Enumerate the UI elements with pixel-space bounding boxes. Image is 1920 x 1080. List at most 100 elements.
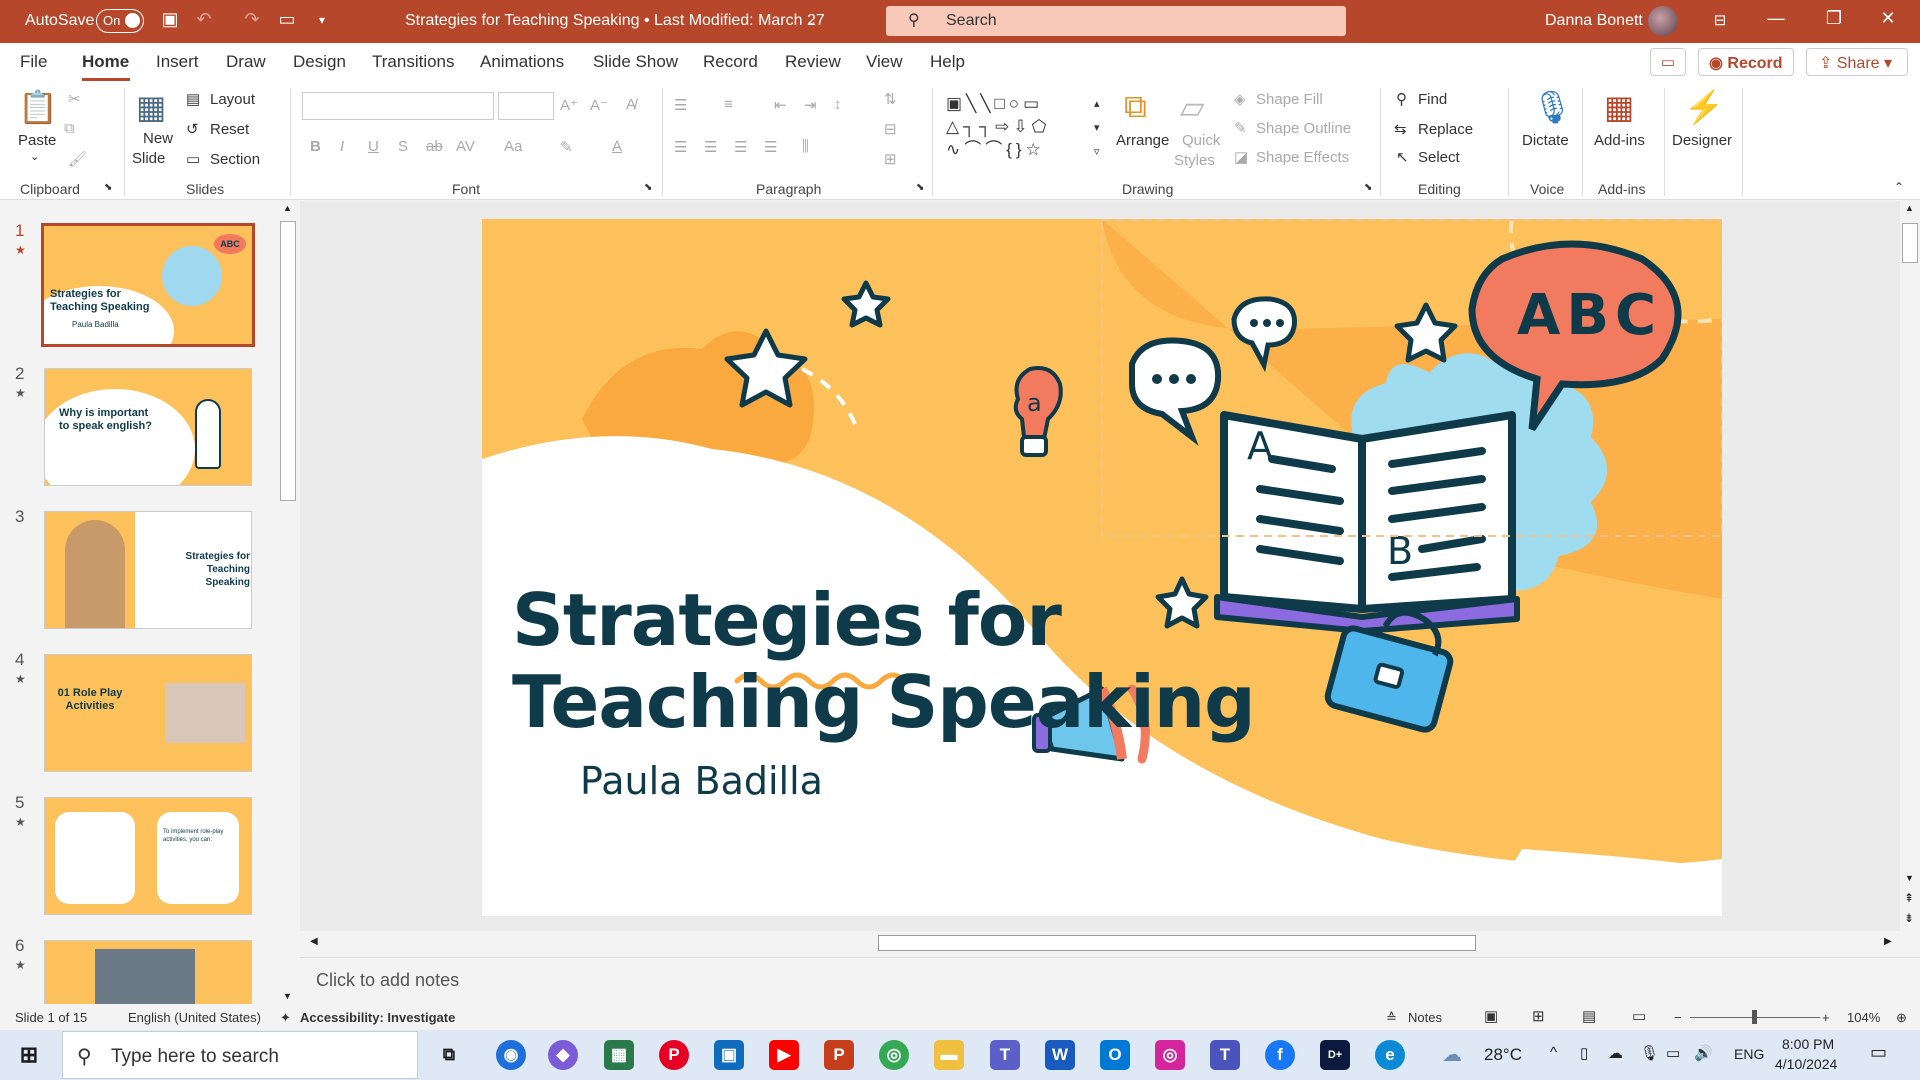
clear-formatting-icon[interactable]: A̸ xyxy=(626,96,636,113)
slideshow-view-icon[interactable]: ▭ xyxy=(1632,1007,1646,1025)
bold-icon[interactable]: B xyxy=(310,138,321,155)
shape-outline-button[interactable]: Shape Outline xyxy=(1256,120,1351,137)
strikethrough-icon[interactable]: ab xyxy=(426,138,443,155)
calculator-icon[interactable]: ▦ xyxy=(604,1040,634,1070)
undo-icon[interactable]: ↶ xyxy=(192,9,216,30)
tab-insert[interactable]: Insert xyxy=(156,52,199,72)
slide-thumbnail-6[interactable] xyxy=(44,940,252,1006)
font-size-dropdown[interactable] xyxy=(498,92,554,120)
scroll-up-icon[interactable]: ▲ xyxy=(1905,203,1914,213)
format-painter-icon[interactable]: 🖌 xyxy=(68,150,87,168)
arrange-icon[interactable]: ⧉ xyxy=(1124,88,1147,126)
align-left-icon[interactable]: ☰ xyxy=(674,138,687,156)
notifications-icon[interactable]: ▭ xyxy=(1870,1042,1887,1063)
teams-work-icon[interactable]: T xyxy=(1210,1040,1240,1070)
slide-thumbnail-2[interactable]: Why is important to speak english? xyxy=(44,368,252,486)
language-status[interactable]: English (United States) xyxy=(128,1010,261,1025)
accessibility-status[interactable]: Accessibility: Investigate xyxy=(300,1010,455,1025)
minimize-icon[interactable]: — xyxy=(1756,8,1796,29)
shape-effects-button[interactable]: Shape Effects xyxy=(1256,149,1349,166)
previous-slide-icon[interactable]: ⇞ xyxy=(1904,891,1914,905)
horizontal-scrollbar[interactable]: ◀ ▶ xyxy=(306,933,1898,953)
reading-view-icon[interactable]: ▤ xyxy=(1582,1007,1596,1025)
shapes-scroll-icon[interactable]: ▴ ▾ ▿ xyxy=(1094,92,1100,164)
designer-icon[interactable]: ⚡ xyxy=(1684,88,1724,126)
edge-icon[interactable]: e xyxy=(1375,1040,1405,1070)
powerpoint-icon[interactable]: P xyxy=(824,1040,854,1070)
align-right-icon[interactable]: ☰ xyxy=(734,138,747,156)
section-button[interactable]: Section xyxy=(210,151,260,168)
next-slide-icon[interactable]: ⇟ xyxy=(1904,911,1914,925)
font-launcher-icon[interactable]: ⬊ xyxy=(644,182,652,193)
tab-home[interactable]: Home xyxy=(82,52,129,72)
chevron-down-icon[interactable]: ⌄ xyxy=(800,14,824,28)
tab-animations[interactable]: Animations xyxy=(480,52,564,72)
tab-draw[interactable]: Draw xyxy=(226,52,266,72)
microphone-icon[interactable]: 🎙 xyxy=(1532,88,1573,126)
slide-thumbnail-4[interactable]: 01 Role Play Activities xyxy=(44,654,252,772)
customize-qat-icon[interactable]: ▾ xyxy=(310,13,334,27)
align-text-icon[interactable]: ⊟ xyxy=(884,120,897,138)
mic-icon[interactable]: 🎙 xyxy=(1640,1044,1659,1062)
quick-styles-label-2[interactable]: Styles xyxy=(1174,152,1215,169)
store-icon[interactable]: ▣ xyxy=(714,1040,744,1070)
comments-button[interactable]: ▭ xyxy=(1650,48,1686,76)
tab-help[interactable]: Help xyxy=(930,52,965,72)
youtube-icon[interactable]: ▶ xyxy=(769,1040,799,1070)
pinterest-icon[interactable]: P xyxy=(659,1040,689,1070)
scroll-down-icon[interactable]: ▼ xyxy=(283,991,292,1001)
scroll-right-icon[interactable]: ▶ xyxy=(1884,936,1892,947)
thumbnail-scrollbar[interactable]: ▲ ▼ xyxy=(278,201,298,1006)
tab-design[interactable]: Design xyxy=(293,52,346,72)
drawing-launcher-icon[interactable]: ⬊ xyxy=(1364,182,1372,193)
zoom-in-icon[interactable]: + xyxy=(1822,1010,1830,1025)
user-name[interactable]: Danna Bonett xyxy=(1545,12,1643,30)
font-color-icon[interactable]: A xyxy=(612,138,622,155)
notes-pane[interactable]: Click to add notes xyxy=(300,957,1920,1003)
tab-record[interactable]: Record xyxy=(703,52,758,72)
shadow-icon[interactable]: S xyxy=(398,138,408,155)
reset-button[interactable]: Reset xyxy=(210,121,249,138)
change-case-icon[interactable]: Aa xyxy=(504,138,522,155)
task-view-icon[interactable]: ⧉ xyxy=(434,1040,464,1070)
weather-temp[interactable]: 28°C xyxy=(1484,1045,1522,1065)
font-name-dropdown[interactable] xyxy=(302,92,494,120)
fit-slide-icon[interactable]: ⊕ xyxy=(1896,1010,1907,1026)
scrollbar-thumb[interactable] xyxy=(280,221,296,501)
decrease-font-icon[interactable]: A⁻ xyxy=(590,96,608,114)
notes-toggle[interactable]: Notes xyxy=(1408,1010,1442,1025)
layout-button[interactable]: Layout xyxy=(210,91,255,108)
app-icon[interactable]: ◉ xyxy=(496,1040,526,1070)
share-button[interactable]: ⇪ Share ▾ xyxy=(1806,48,1908,76)
scroll-up-icon[interactable]: ▲ xyxy=(283,203,292,213)
cloud-icon[interactable]: ☁ xyxy=(1608,1044,1623,1062)
close-icon[interactable]: ✕ xyxy=(1868,8,1908,29)
avatar[interactable] xyxy=(1648,6,1678,36)
quick-styles-button[interactable]: Quick xyxy=(1182,132,1220,149)
instagram-icon[interactable]: ◎ xyxy=(1155,1040,1185,1070)
tab-view[interactable]: View xyxy=(866,52,903,72)
paste-button[interactable]: Paste xyxy=(18,132,56,149)
file-explorer-icon[interactable]: ▬ xyxy=(934,1040,964,1070)
columns-icon[interactable]: ⫼ xyxy=(802,138,809,155)
save-icon[interactable]: ▣ xyxy=(158,9,182,30)
zoom-out-icon[interactable]: − xyxy=(1674,1010,1682,1025)
new-slide-label-2[interactable]: Slide xyxy=(132,150,165,167)
smartart-icon[interactable]: ⊞ xyxy=(884,150,897,168)
tab-transitions[interactable]: Transitions xyxy=(372,52,455,72)
record-button[interactable]: ◉ Record xyxy=(1698,48,1794,76)
word-icon[interactable]: W xyxy=(1045,1040,1075,1070)
slide-sorter-icon[interactable]: ⊞ xyxy=(1532,1007,1545,1025)
zoom-slider-thumb[interactable] xyxy=(1752,1010,1757,1024)
text-direction-icon[interactable]: ⇅ xyxy=(884,90,897,108)
chrome-icon[interactable]: ◎ xyxy=(879,1040,909,1070)
paragraph-launcher-icon[interactable]: ⬊ xyxy=(916,182,924,193)
find-button[interactable]: Find xyxy=(1418,91,1447,108)
align-center-icon[interactable]: ☰ xyxy=(704,138,717,156)
slide-thumbnail-5[interactable]: To implement role-play activities, you c… xyxy=(44,797,252,915)
addins-button[interactable]: Add-ins xyxy=(1594,132,1645,149)
char-spacing-icon[interactable]: AV xyxy=(456,138,475,155)
highlight-icon[interactable]: ✎ xyxy=(560,138,573,156)
new-slide-icon[interactable]: ▦ xyxy=(136,88,166,126)
slide-title[interactable]: Strategies for Teaching Speaking xyxy=(512,579,1256,743)
